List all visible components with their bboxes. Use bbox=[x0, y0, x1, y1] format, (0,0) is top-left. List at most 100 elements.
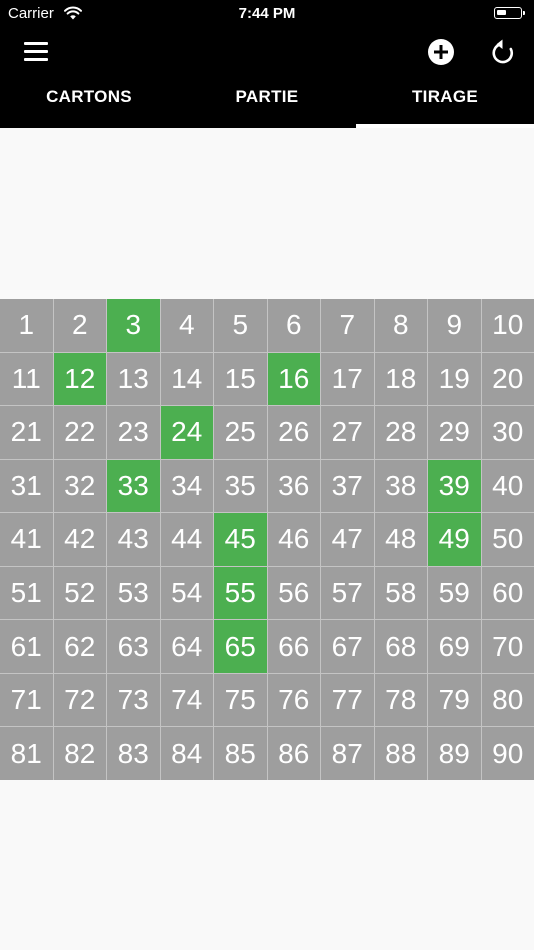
number-cell[interactable]: 25 bbox=[214, 406, 267, 459]
number-cell[interactable]: 76 bbox=[267, 673, 320, 727]
number-cell-drawn[interactable]: 33 bbox=[107, 459, 160, 513]
number-cell[interactable]: 10 bbox=[481, 299, 534, 352]
number-cell[interactable]: 1 bbox=[0, 299, 53, 352]
number-cell[interactable]: 8 bbox=[374, 299, 427, 352]
number-cell[interactable]: 46 bbox=[267, 513, 320, 566]
number-cell[interactable]: 2 bbox=[53, 299, 106, 352]
number-cell[interactable]: 35 bbox=[214, 459, 267, 513]
number-cell[interactable]: 4 bbox=[160, 299, 213, 352]
number-cell-drawn[interactable]: 45 bbox=[214, 513, 267, 566]
number-cell[interactable]: 26 bbox=[267, 406, 320, 459]
number-cell[interactable]: 88 bbox=[374, 727, 427, 780]
number-cell[interactable]: 87 bbox=[321, 727, 374, 780]
number-cell-drawn[interactable]: 3 bbox=[107, 299, 160, 352]
add-circle-icon[interactable] bbox=[428, 39, 454, 65]
number-cell[interactable]: 74 bbox=[160, 673, 213, 727]
number-cell[interactable]: 52 bbox=[53, 566, 106, 620]
number-cell[interactable]: 43 bbox=[107, 513, 160, 566]
tab-partie[interactable]: PARTIE bbox=[178, 76, 356, 128]
number-cell[interactable]: 11 bbox=[0, 352, 53, 406]
number-cell[interactable]: 38 bbox=[374, 459, 427, 513]
number-cell[interactable]: 7 bbox=[321, 299, 374, 352]
number-cell[interactable]: 70 bbox=[481, 620, 534, 673]
number-cell[interactable]: 40 bbox=[481, 459, 534, 513]
number-cell[interactable]: 84 bbox=[160, 727, 213, 780]
app-header: Carrier 7:44 PM CARTONS PARTIE TIRAGE bbox=[0, 0, 534, 128]
number-cell[interactable]: 75 bbox=[214, 673, 267, 727]
number-cell[interactable]: 28 bbox=[374, 406, 427, 459]
number-cell[interactable]: 14 bbox=[160, 352, 213, 406]
number-cell[interactable]: 69 bbox=[428, 620, 481, 673]
number-cell-drawn[interactable]: 24 bbox=[160, 406, 213, 459]
number-cell-drawn[interactable]: 55 bbox=[214, 566, 267, 620]
number-cell[interactable]: 54 bbox=[160, 566, 213, 620]
number-cell[interactable]: 44 bbox=[160, 513, 213, 566]
number-cell[interactable]: 30 bbox=[481, 406, 534, 459]
number-cell[interactable]: 27 bbox=[321, 406, 374, 459]
tab-tirage[interactable]: TIRAGE bbox=[356, 76, 534, 128]
number-cell[interactable]: 60 bbox=[481, 566, 534, 620]
number-cell[interactable]: 47 bbox=[321, 513, 374, 566]
number-cell[interactable]: 71 bbox=[0, 673, 53, 727]
number-cell[interactable]: 19 bbox=[428, 352, 481, 406]
number-cell[interactable]: 90 bbox=[481, 727, 534, 780]
number-cell[interactable]: 89 bbox=[428, 727, 481, 780]
number-cell[interactable]: 83 bbox=[107, 727, 160, 780]
number-cell[interactable]: 86 bbox=[267, 727, 320, 780]
number-cell[interactable]: 82 bbox=[53, 727, 106, 780]
number-cell[interactable]: 80 bbox=[481, 673, 534, 727]
menu-icon[interactable] bbox=[24, 42, 48, 62]
number-cell[interactable]: 23 bbox=[107, 406, 160, 459]
number-cell[interactable]: 21 bbox=[0, 406, 53, 459]
tab-cartons[interactable]: CARTONS bbox=[0, 76, 178, 128]
number-cell[interactable]: 50 bbox=[481, 513, 534, 566]
number-cell[interactable]: 73 bbox=[107, 673, 160, 727]
number-cell[interactable]: 37 bbox=[321, 459, 374, 513]
number-cell[interactable]: 29 bbox=[428, 406, 481, 459]
number-cell[interactable]: 53 bbox=[107, 566, 160, 620]
tab-bar: CARTONS PARTIE TIRAGE bbox=[0, 76, 534, 128]
number-cell[interactable]: 32 bbox=[53, 459, 106, 513]
number-cell[interactable]: 77 bbox=[321, 673, 374, 727]
number-cell[interactable]: 42 bbox=[53, 513, 106, 566]
number-cell-drawn[interactable]: 16 bbox=[267, 352, 320, 406]
number-cell-drawn[interactable]: 65 bbox=[214, 620, 267, 673]
number-cell[interactable]: 57 bbox=[321, 566, 374, 620]
number-cell[interactable]: 18 bbox=[374, 352, 427, 406]
number-cell[interactable]: 72 bbox=[53, 673, 106, 727]
number-cell[interactable]: 20 bbox=[481, 352, 534, 406]
number-cell[interactable]: 17 bbox=[321, 352, 374, 406]
number-cell[interactable]: 66 bbox=[267, 620, 320, 673]
number-cell[interactable]: 51 bbox=[0, 566, 53, 620]
number-cell[interactable]: 34 bbox=[160, 459, 213, 513]
number-cell[interactable]: 13 bbox=[107, 352, 160, 406]
number-cell-drawn[interactable]: 49 bbox=[428, 513, 481, 566]
number-cell[interactable]: 68 bbox=[374, 620, 427, 673]
status-time: 7:44 PM bbox=[238, 5, 296, 22]
number-cell[interactable]: 58 bbox=[374, 566, 427, 620]
number-cell[interactable]: 78 bbox=[374, 673, 427, 727]
number-cell[interactable]: 63 bbox=[107, 620, 160, 673]
number-cell[interactable]: 5 bbox=[214, 299, 267, 352]
number-cell[interactable]: 6 bbox=[267, 299, 320, 352]
number-cell[interactable]: 22 bbox=[53, 406, 106, 459]
number-cell[interactable]: 62 bbox=[53, 620, 106, 673]
number-cell[interactable]: 79 bbox=[428, 673, 481, 727]
number-cell[interactable]: 41 bbox=[0, 513, 53, 566]
reset-icon[interactable] bbox=[489, 38, 517, 66]
number-cell[interactable]: 9 bbox=[428, 299, 481, 352]
number-cell[interactable]: 31 bbox=[0, 459, 53, 513]
number-cell[interactable]: 81 bbox=[0, 727, 53, 780]
number-cell[interactable]: 67 bbox=[321, 620, 374, 673]
number-cell[interactable]: 48 bbox=[374, 513, 427, 566]
number-cell[interactable]: 61 bbox=[0, 620, 53, 673]
battery-icon bbox=[494, 7, 525, 19]
number-cell[interactable]: 64 bbox=[160, 620, 213, 673]
number-cell-drawn[interactable]: 39 bbox=[428, 459, 481, 513]
number-cell[interactable]: 56 bbox=[267, 566, 320, 620]
number-cell[interactable]: 59 bbox=[428, 566, 481, 620]
number-cell[interactable]: 36 bbox=[267, 459, 320, 513]
number-cell-drawn[interactable]: 12 bbox=[53, 352, 106, 406]
number-cell[interactable]: 85 bbox=[214, 727, 267, 780]
number-cell[interactable]: 15 bbox=[214, 352, 267, 406]
